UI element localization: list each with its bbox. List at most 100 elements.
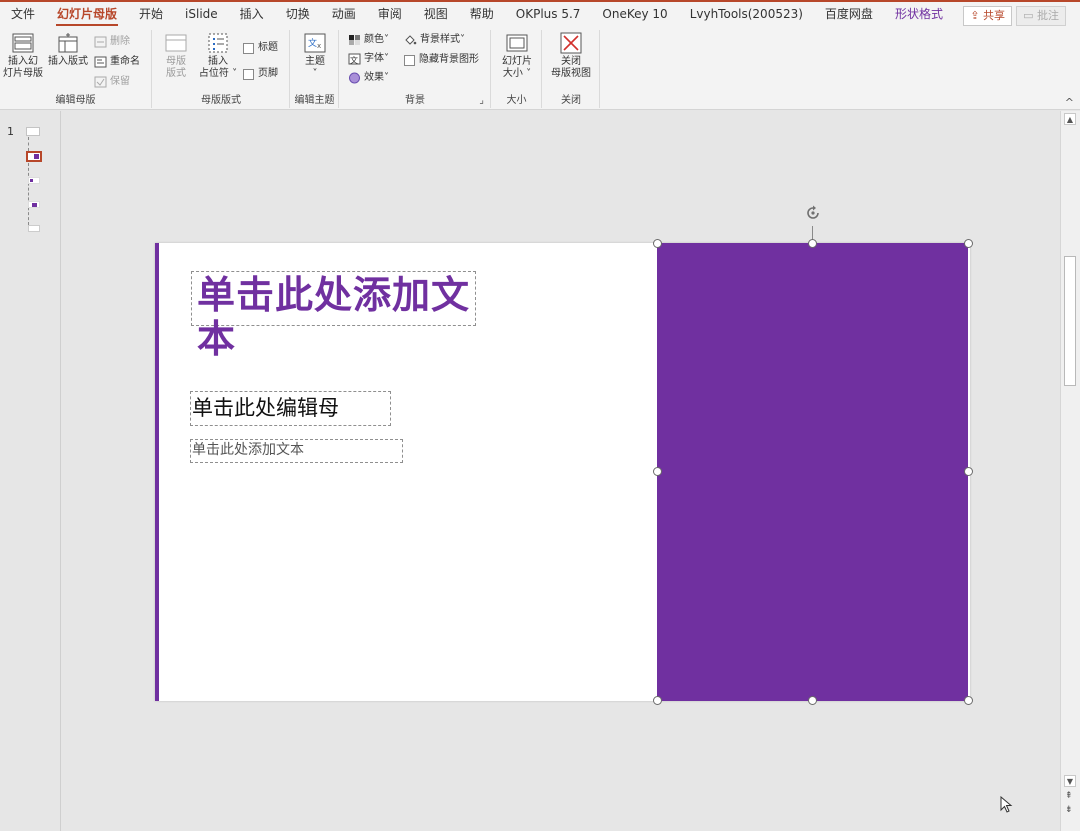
insert-slide-master-label-1: 插入幻 (8, 56, 38, 67)
tab-slide-master[interactable]: 幻灯片母版 (46, 2, 128, 28)
svg-text:x: x (317, 42, 321, 50)
scroll-up-arrow-icon[interactable]: ▲ (1064, 113, 1076, 125)
footer-checkbox-box[interactable] (243, 68, 254, 80)
paint-bucket-icon (405, 35, 417, 45)
insert-layout-button[interactable]: 插入版式 (46, 32, 90, 68)
slide-size-label-1: 幻灯片 (502, 56, 532, 67)
menu-bar: 文件 幻灯片母版 开始 iSlide 插入 切换 动画 审阅 视图 帮助 OKP… (0, 0, 1080, 28)
share-button[interactable]: ⇪ 共享 (963, 6, 1012, 26)
chevron-down-icon: ˅ (312, 68, 318, 79)
resize-handle-bottom-left[interactable] (653, 696, 662, 705)
colors-icon (349, 35, 360, 45)
selected-purple-rectangle[interactable] (657, 243, 968, 701)
close-master-view-button[interactable]: 关闭 母版视图 (546, 32, 596, 80)
chevron-down-icon: ˅ (460, 34, 465, 45)
thumbnail-purple-block (34, 154, 39, 159)
slide-editing-canvas[interactable]: 单击此处添加文本 单击此处编辑母 单击此处添加文本 (62, 111, 1060, 831)
tab-onekey[interactable]: OneKey 10 (591, 2, 678, 28)
chevron-down-icon: ˅ (384, 34, 389, 45)
close-master-label-2: 母版视图 (551, 68, 591, 79)
chevron-down-icon: ˅ (522, 68, 532, 79)
delete-button[interactable]: 删除 (94, 34, 130, 50)
tab-lvyhtools[interactable]: LvyhTools(200523) (679, 2, 814, 28)
layout-thumbnail[interactable] (28, 225, 40, 232)
footer-checkbox-label: 页脚 (258, 68, 278, 79)
insert-slide-master-label-2: 灯片母版 (3, 68, 43, 79)
themes-icon: 文x (304, 33, 326, 53)
next-slide-icon[interactable]: ⇟ (1065, 805, 1073, 815)
background-styles-label: 背景样式 (420, 34, 460, 45)
group-label-background: 背景 (405, 95, 425, 106)
background-styles-button[interactable]: 背景样式 ˅ (404, 32, 465, 48)
tab-view[interactable]: 视图 (413, 2, 459, 28)
subtitle-placeholder-text[interactable]: 单击此处编辑母 (192, 395, 339, 421)
group-label-edit-master: 编辑母版 (55, 95, 96, 106)
master-layout-button[interactable]: 母版 版式 (157, 32, 195, 80)
master-layout-label-2: 版式 (166, 68, 186, 79)
footer-checkbox[interactable]: 页脚 (243, 66, 278, 82)
hide-background-graphics-box[interactable] (404, 54, 415, 66)
effects-button[interactable]: 效果 ˅ (348, 70, 389, 86)
thumbnail-connector (28, 163, 29, 225)
tab-transitions[interactable]: 切换 (275, 2, 321, 28)
tab-islide[interactable]: iSlide (174, 2, 229, 28)
group-edit-master: 插入幻 灯片母版 插入版式 删除 重命名 保留 编辑母版 (0, 30, 152, 108)
hide-background-graphics-label: 隐藏背景图形 (419, 54, 479, 65)
hide-background-graphics-checkbox[interactable]: 隐藏背景图形 (404, 52, 479, 68)
body-placeholder-text[interactable]: 单击此处添加文本 (192, 441, 304, 460)
effects-icon (349, 72, 360, 84)
previous-slide-icon[interactable]: ⇞ (1065, 791, 1073, 801)
tab-home[interactable]: 开始 (128, 2, 174, 28)
resize-handle-bottom[interactable] (808, 696, 817, 705)
resize-handle-bottom-right[interactable] (964, 696, 973, 705)
layout-thumbnail-selected[interactable] (26, 151, 42, 162)
scrollbar-thumb[interactable] (1064, 256, 1076, 386)
layout-thumbnail[interactable] (28, 177, 40, 184)
title-checkbox[interactable]: 标题 (243, 40, 278, 56)
rename-button[interactable]: 重命名 (94, 54, 140, 70)
layout-thumbnail[interactable] (28, 201, 40, 208)
slide-master-icon (12, 33, 34, 53)
rotate-handle-icon[interactable] (804, 204, 822, 222)
group-close: 关闭 母版视图 关闭 (543, 30, 600, 108)
tab-shape-format[interactable]: 形状格式 (884, 2, 954, 28)
resize-handle-top[interactable] (808, 239, 817, 248)
collapse-ribbon-icon[interactable]: ^ (1065, 96, 1074, 109)
tab-baidu-netdisk[interactable]: 百度网盘 (814, 2, 884, 28)
group-size: 幻灯片 大小 ˅ 大小 (492, 30, 542, 108)
slide-size-button[interactable]: 幻灯片 大小 ˅ (497, 32, 537, 80)
title-placeholder-text[interactable]: 单击此处添加文本 (197, 273, 497, 361)
tab-insert[interactable]: 插入 (229, 2, 275, 28)
svg-text:文: 文 (308, 37, 317, 49)
insert-slide-master-button[interactable]: 插入幻 灯片母版 (2, 32, 44, 80)
delete-label: 删除 (110, 36, 130, 47)
slide-accent-bar[interactable] (155, 243, 159, 701)
fonts-button[interactable]: 文 字体 ˅ (348, 51, 389, 67)
resize-handle-left[interactable] (653, 467, 662, 476)
master-layout-icon (165, 34, 187, 52)
resize-handle-top-right[interactable] (964, 239, 973, 248)
themes-button[interactable]: 文x 主题 ˅ (297, 32, 333, 80)
comments-button[interactable]: ▭ 批注 (1016, 6, 1066, 26)
tab-file[interactable]: 文件 (0, 2, 46, 28)
preserve-button[interactable]: 保留 (94, 74, 130, 90)
dialog-launcher-icon[interactable]: ⌟ (479, 95, 484, 106)
delete-icon (94, 36, 107, 48)
tab-okplus[interactable]: OKPlus 5.7 (505, 2, 592, 28)
close-master-label-1: 关闭 (561, 56, 581, 67)
title-checkbox-box[interactable] (243, 42, 254, 54)
vertical-scrollbar[interactable]: ▲ ▼ ⇞ ⇟ (1060, 111, 1080, 831)
colors-button[interactable]: 颜色 ˅ (348, 32, 389, 48)
slide-thumbnail-pane: 1 (0, 111, 61, 831)
resize-handle-top-left[interactable] (653, 239, 662, 248)
scroll-down-arrow-icon[interactable]: ▼ (1064, 775, 1076, 787)
tab-review[interactable]: 审阅 (367, 2, 413, 28)
thumbnail-connector (28, 137, 29, 151)
tab-help[interactable]: 帮助 (459, 2, 505, 28)
master-thumbnail[interactable] (26, 127, 40, 136)
group-master-layout: 母版 版式 插入 占位符 ˅ 标题 页脚 母版版式 (153, 30, 290, 108)
fonts-label: 字体 (364, 53, 384, 64)
tab-animations[interactable]: 动画 (321, 2, 367, 28)
resize-handle-right[interactable] (964, 467, 973, 476)
insert-placeholder-button[interactable]: 插入 占位符 ˅ (195, 32, 241, 80)
